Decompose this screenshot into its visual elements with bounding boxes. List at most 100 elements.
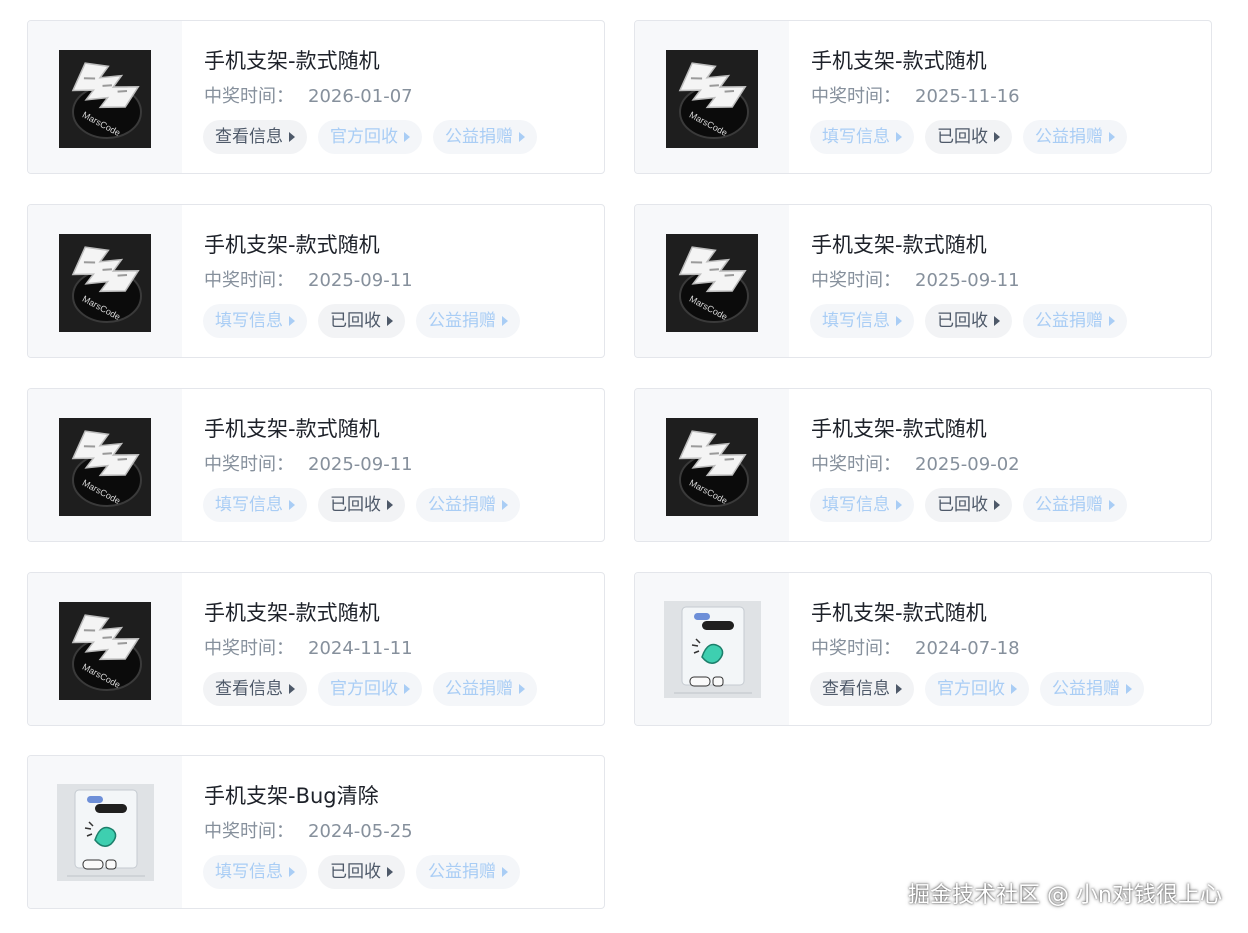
prize-title: 手机支架-Bug清除 [204,784,379,808]
caret-right-icon [896,316,902,326]
action-button[interactable]: 查看信息 [203,672,307,706]
action-label: 填写信息 [215,862,283,882]
caret-right-icon [289,500,295,510]
win-date-value: 2024-07-18 [915,638,1020,659]
win-date-label: 中奖时间： [811,86,901,107]
win-date: 中奖时间： 2025-11-16 [811,82,1020,108]
action-button[interactable]: 公益捐赠 [433,120,537,154]
action-row: 填写信息 已回收 公益捐赠 [810,488,1127,522]
action-label: 官方回收 [937,679,1005,699]
win-date-label: 中奖时间： [811,270,901,291]
action-label: 填写信息 [215,495,283,515]
action-button[interactable]: 填写信息 [203,488,307,522]
action-label: 已回收 [330,495,381,515]
action-label: 公益捐赠 [1035,127,1103,147]
prize-card: MarsCode 手机支架-款式随机 中奖时间： 2024-11-11 查看信息 官… [27,572,605,726]
win-date: 中奖时间： 2024-05-25 [204,817,413,843]
action-button[interactable]: 已回收 [925,120,1012,154]
action-label: 查看信息 [215,679,283,699]
prize-title: 手机支架-款式随机 [204,233,380,257]
thumbnail-area: MarsCode [28,573,182,725]
win-date-value: 2025-09-11 [915,270,1020,291]
action-row: 查看信息 官方回收 公益捐赠 [203,120,537,154]
action-button[interactable]: 已回收 [318,304,405,338]
action-label: 填写信息 [822,311,890,331]
prize-card: MarsCode 手机支架-款式随机 中奖时间： 2025-09-11 填写信息 已… [27,204,605,358]
thumbnail-area: MarsCode [635,205,789,357]
action-button[interactable]: 公益捐赠 [416,304,520,338]
caret-right-icon [1109,500,1115,510]
win-date-value: 2025-09-11 [308,454,413,475]
prize-card: MarsCode 手机支架-款式随机 中奖时间： 2025-11-16 填写信息 已… [634,20,1212,174]
thumbnail-area: MarsCode [635,21,789,173]
win-date-value: 2025-09-02 [915,454,1020,475]
action-label: 公益捐赠 [1052,679,1120,699]
action-button[interactable]: 填写信息 [810,488,914,522]
action-row: 查看信息 官方回收 公益捐赠 [810,672,1144,706]
win-date-value: 2026-01-07 [308,86,413,107]
win-date-label: 中奖时间： [204,638,294,659]
action-button[interactable]: 已回收 [925,488,1012,522]
action-button[interactable]: 官方回收 [925,672,1029,706]
marscode-dark-icon: MarsCode [666,234,758,332]
marscode-dark-icon: MarsCode [59,50,151,148]
action-button[interactable]: 公益捐赠 [1023,488,1127,522]
thumbnail-area: MarsCode [28,205,182,357]
prize-title: 手机支架-款式随机 [204,49,380,73]
action-button[interactable]: 公益捐赠 [433,672,537,706]
action-button[interactable]: 官方回收 [318,672,422,706]
caret-right-icon [289,316,295,326]
action-label: 公益捐赠 [1035,495,1103,515]
prize-title: 手机支架-款式随机 [204,417,380,441]
action-label: 填写信息 [822,127,890,147]
caret-right-icon [1109,316,1115,326]
action-row: 查看信息 官方回收 公益捐赠 [203,672,537,706]
caret-right-icon [289,684,295,694]
win-date-value: 2025-09-11 [308,270,413,291]
action-button[interactable]: 填写信息 [203,855,307,889]
win-date: 中奖时间： 2025-09-11 [204,266,413,292]
action-button[interactable]: 已回收 [925,304,1012,338]
clear-stand-icon [57,784,154,881]
win-date: 中奖时间： 2025-09-02 [811,450,1020,476]
action-label: 已回收 [937,127,988,147]
prize-title: 手机支架-款式随机 [204,601,380,625]
caret-right-icon [387,867,393,877]
action-label: 填写信息 [215,311,283,331]
action-button[interactable]: 公益捐赠 [416,855,520,889]
action-label: 已回收 [937,311,988,331]
caret-right-icon [994,500,1000,510]
caret-right-icon [404,132,410,142]
action-button[interactable]: 填写信息 [203,304,307,338]
action-button[interactable]: 填写信息 [810,120,914,154]
action-label: 公益捐赠 [1035,311,1103,331]
caret-right-icon [519,684,525,694]
action-button[interactable]: 官方回收 [318,120,422,154]
caret-right-icon [1011,684,1017,694]
action-label: 公益捐赠 [445,127,513,147]
caret-right-icon [1126,684,1132,694]
prize-card: 手机支架-款式随机 中奖时间： 2024-07-18 查看信息 官方回收 公益捐赠 [634,572,1212,726]
action-button[interactable]: 已回收 [318,488,405,522]
action-button[interactable]: 填写信息 [810,304,914,338]
action-label: 官方回收 [330,127,398,147]
clear-stand-icon [664,601,761,698]
action-button[interactable]: 公益捐赠 [416,488,520,522]
caret-right-icon [1109,132,1115,142]
action-button[interactable]: 公益捐赠 [1040,672,1144,706]
win-date-label: 中奖时间： [204,86,294,107]
caret-right-icon [289,132,295,142]
action-label: 查看信息 [822,679,890,699]
action-label: 官方回收 [330,679,398,699]
caret-right-icon [519,132,525,142]
action-label: 公益捐赠 [428,311,496,331]
action-button[interactable]: 已回收 [318,855,405,889]
action-button[interactable]: 查看信息 [203,120,307,154]
thumbnail-area [28,756,182,908]
prize-title: 手机支架-款式随机 [811,49,987,73]
action-button[interactable]: 公益捐赠 [1023,120,1127,154]
action-button[interactable]: 查看信息 [810,672,914,706]
action-button[interactable]: 公益捐赠 [1023,304,1127,338]
win-date-label: 中奖时间： [204,821,294,842]
thumbnail-area: MarsCode [28,21,182,173]
